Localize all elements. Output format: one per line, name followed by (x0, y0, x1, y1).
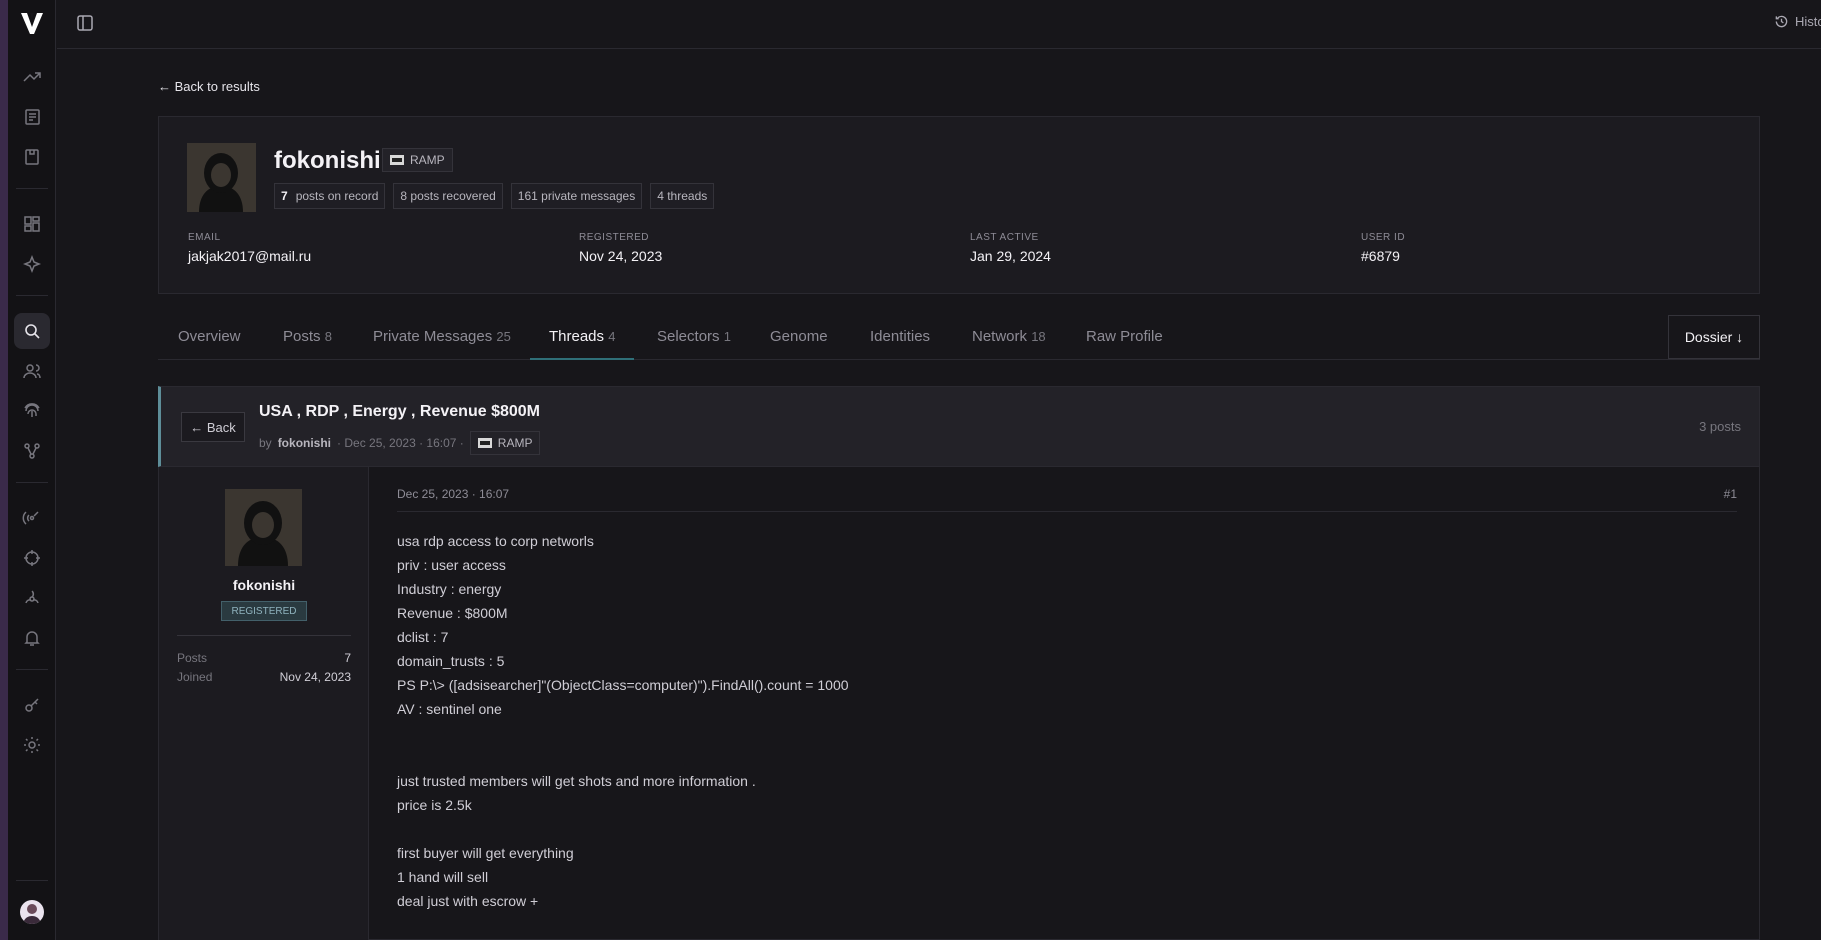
post-line: dclist : 7 (397, 629, 449, 645)
sun-icon[interactable] (20, 733, 44, 757)
clipboard-icon[interactable] (20, 145, 44, 169)
post-author-avatar (225, 489, 302, 566)
forum-tag[interactable]: RAMP (382, 148, 453, 172)
post-body: usa rdp access to corp networls priv : u… (397, 529, 849, 913)
dossier-button[interactable]: Dossier ↓ (1668, 315, 1760, 359)
thread-back-button[interactable]: ← Back (181, 412, 245, 442)
post-line (397, 817, 849, 841)
tab-genome[interactable]: Genome (770, 328, 828, 345)
thread-forum-label: RAMP (497, 436, 533, 450)
thread-author[interactable]: fokonishi (278, 436, 331, 450)
post-line: deal just with escrow + (397, 893, 539, 909)
top-bar: Histo (57, 0, 1821, 49)
tab-raw-profile[interactable]: Raw Profile (1086, 328, 1163, 345)
field-email: EMAIL jakjak2017@mail.ru (188, 232, 312, 264)
thread-by-label: by (259, 436, 272, 450)
post-line: priv : user access (397, 557, 506, 573)
network-icon[interactable] (20, 439, 44, 463)
app-logo-icon[interactable] (20, 10, 44, 36)
rail-divider (16, 669, 48, 670)
crosshair-icon[interactable] (20, 546, 44, 570)
tab-selectors[interactable]: Selectors 1 (657, 328, 731, 345)
key-icon[interactable] (20, 693, 44, 717)
field-user-id: USER ID #6879 (1361, 232, 1406, 264)
search-icon[interactable] (14, 313, 50, 349)
history-icon (1775, 15, 1788, 28)
post-line (397, 745, 849, 769)
post-line: AV : sentinel one (397, 701, 502, 717)
profile-avatar (187, 143, 256, 212)
users-icon[interactable] (20, 359, 44, 383)
post-author-name[interactable]: fokonishi (159, 577, 369, 593)
post-author-divider (177, 635, 351, 636)
forum-flag-icon (390, 155, 404, 165)
post-author-badge: REGISTERED (221, 601, 307, 621)
history-label: Histo (1795, 14, 1821, 29)
thread-header: ← Back USA , RDP , Energy , Revenue $800… (158, 386, 1760, 467)
stat-posts-recovered: 8 posts recovered (393, 183, 503, 209)
thread-meta: by fokonishi · Dec 25, 2023 · 16:07 · RA… (259, 431, 541, 455)
post-content: Dec 25, 2023 · 16:07 #1 usa rdp access t… (397, 467, 1737, 940)
back-to-results-link[interactable]: ← Back to results (158, 79, 260, 94)
trending-icon[interactable] (20, 65, 44, 89)
post-line: just trusted members will get shots and … (397, 773, 756, 789)
thread-title: USA , RDP , Energy , Revenue $800M (259, 403, 540, 420)
rail-divider (16, 295, 48, 296)
post-author-posts: Posts 7 (177, 651, 351, 665)
post-author-panel: fokonishi REGISTERED Posts 7 Joined Nov 24… (159, 467, 369, 940)
active-tab-indicator (530, 358, 634, 360)
radar-icon[interactable] (20, 506, 44, 530)
tab-threads[interactable]: Threads 4 (549, 328, 615, 345)
thread-date: · Dec 25, 2023 · 16:07 · (337, 436, 464, 450)
forum-flag-icon (477, 438, 492, 448)
profile-tabs: Overview Posts 8 Private Messages 25 Thr… (158, 314, 1760, 360)
thread-forum-tag[interactable]: RAMP (469, 431, 541, 455)
thread-post-count: 3 posts (1699, 419, 1741, 434)
window-edge (0, 0, 8, 940)
field-registered: REGISTERED Nov 24, 2023 (579, 232, 663, 264)
post-line (397, 721, 849, 745)
post-line: first buyer will get everything (397, 845, 574, 861)
history-button[interactable]: Histo (1774, 14, 1821, 29)
rail-divider (16, 880, 48, 881)
field-last-active: LAST ACTIVE Jan 29, 2024 (970, 232, 1051, 264)
post-line: PS P:\> ([adsisearcher]"(ObjectClass=com… (397, 677, 849, 693)
dashboard-icon[interactable] (20, 212, 44, 236)
sidebar-toggle-icon[interactable] (76, 14, 94, 32)
post-number[interactable]: #1 (1724, 487, 1737, 501)
stat-threads: 4 threads (650, 183, 715, 209)
profile-stats: 7 posts on record 8 posts recovered 161 p… (274, 183, 715, 209)
rail-divider (16, 188, 48, 189)
fingerprint-icon[interactable] (20, 399, 44, 423)
profile-card: fokonishi RAMP 7 posts on record 8 posts … (158, 116, 1760, 294)
post-line: Industry : energy (397, 581, 502, 597)
post-line: Revenue : $800M (397, 605, 508, 621)
stat-private-messages: 161 private messages (510, 183, 643, 209)
biohazard-icon[interactable] (20, 586, 44, 610)
post-divider (397, 511, 1737, 512)
stat-posts-on-record: 7 posts on record (274, 183, 386, 209)
newspaper-icon[interactable] (20, 105, 44, 129)
forum-label: RAMP (410, 153, 445, 167)
post-line: 1 hand will sell (397, 869, 489, 885)
post-author-joined: Joined Nov 24, 2023 (177, 670, 351, 684)
tab-identities[interactable]: Identities (870, 328, 930, 345)
icon-rail (8, 0, 56, 940)
tab-private-messages[interactable]: Private Messages 25 (373, 328, 511, 345)
post-line: domain_trusts : 5 (397, 653, 505, 669)
sparkles-icon[interactable] (20, 252, 44, 276)
bell-icon[interactable] (20, 626, 44, 650)
user-avatar[interactable] (20, 900, 44, 924)
tab-overview[interactable]: Overview (178, 328, 241, 345)
profile-username: fokonishi (274, 147, 381, 174)
tab-posts[interactable]: Posts 8 (283, 328, 332, 345)
thread-post: fokonishi REGISTERED Posts 7 Joined Nov 24… (158, 467, 1760, 940)
post-date: Dec 25, 2023 · 16:07 (397, 487, 510, 501)
tab-network[interactable]: Network 18 (972, 328, 1046, 345)
rail-divider (16, 482, 48, 483)
post-line: usa rdp access to corp networls (397, 533, 594, 549)
post-line: price is 2.5k (397, 797, 472, 813)
